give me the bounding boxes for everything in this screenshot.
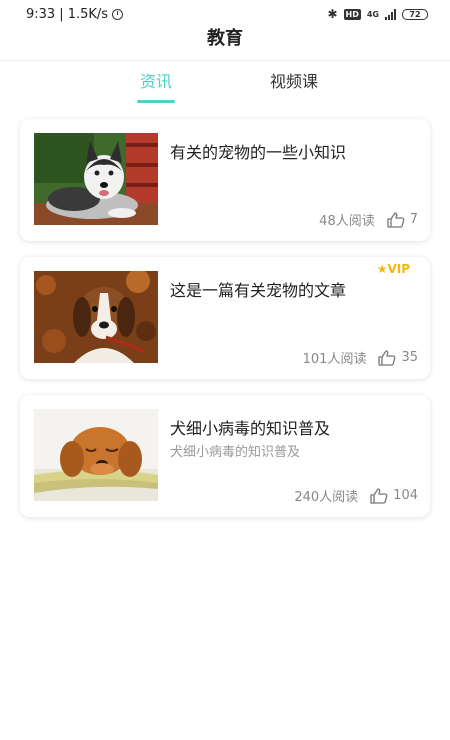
education-screen: 9:33 | 1.5K/s ✱ HD 4G 72 教育 资讯 视频课 有关的宠物… <box>0 0 450 740</box>
golden-puppy-thumbnail <box>34 409 158 501</box>
signal-icon <box>385 8 396 20</box>
article-card[interactable]: 有关的宠物的一些小知识 48人阅读 7 <box>20 119 430 241</box>
beagle-thumbnail <box>34 271 158 363</box>
tab-video-course[interactable]: 视频课 <box>258 70 330 102</box>
article-meta: 101人阅读 35 <box>303 348 418 367</box>
thumbs-up-icon[interactable] <box>370 487 388 504</box>
article-meta: 240人阅读 104 <box>294 486 418 505</box>
status-bar: 9:33 | 1.5K/s ✱ HD 4G 72 <box>0 0 450 28</box>
hd-icon: HD <box>343 8 361 20</box>
article-meta: 48人阅读 7 <box>319 210 418 229</box>
star-icon: ★ <box>376 262 388 276</box>
read-count: 101人阅读 <box>302 352 367 367</box>
tab-bar: 资讯 视频课 <box>0 70 450 106</box>
battery-icon: 72 <box>402 8 428 20</box>
status-time: 9:33 <box>26 6 56 22</box>
husky-thumbnail <box>34 133 158 225</box>
like-count: 35 <box>401 350 418 365</box>
page-title: 教育 <box>207 28 243 49</box>
article-title: 有关的宠物的一些小知识 <box>170 143 347 162</box>
bluetooth-icon: ✱ <box>327 7 338 21</box>
status-left: 9:33 | 1.5K/s <box>26 6 124 22</box>
read-count: 240人阅读 <box>294 490 359 505</box>
thumbs-up-icon[interactable] <box>387 211 405 228</box>
status-speed: | 1.5K/s <box>59 6 109 22</box>
header-divider <box>0 60 450 61</box>
article-title: 犬细小病毒的知识普及 <box>170 419 331 438</box>
thumbs-up-icon[interactable] <box>378 349 396 366</box>
status-right: ✱ HD 4G 72 <box>327 7 428 21</box>
active-tab-indicator <box>137 100 175 103</box>
vip-label: VIP <box>387 262 410 276</box>
article-card[interactable]: 犬细小病毒的知识普及 犬细小病毒的知识普及 240人阅读 104 <box>20 395 430 517</box>
article-title: 这是一篇有关宠物的文章 <box>170 281 347 300</box>
read-count: 48人阅读 <box>319 214 375 229</box>
network-type: 4G <box>366 9 379 19</box>
article-subtitle: 犬细小病毒的知识普及 <box>170 445 301 460</box>
alarm-icon <box>112 8 124 20</box>
like-count: 7 <box>409 212 418 227</box>
like-count: 104 <box>393 488 418 503</box>
vip-badge: ★VIP <box>377 262 410 276</box>
tab-news[interactable]: 资讯 <box>132 70 180 102</box>
article-card[interactable]: ★VIP 这是一篇有关宠物的文章 101人阅读 35 <box>20 257 430 379</box>
